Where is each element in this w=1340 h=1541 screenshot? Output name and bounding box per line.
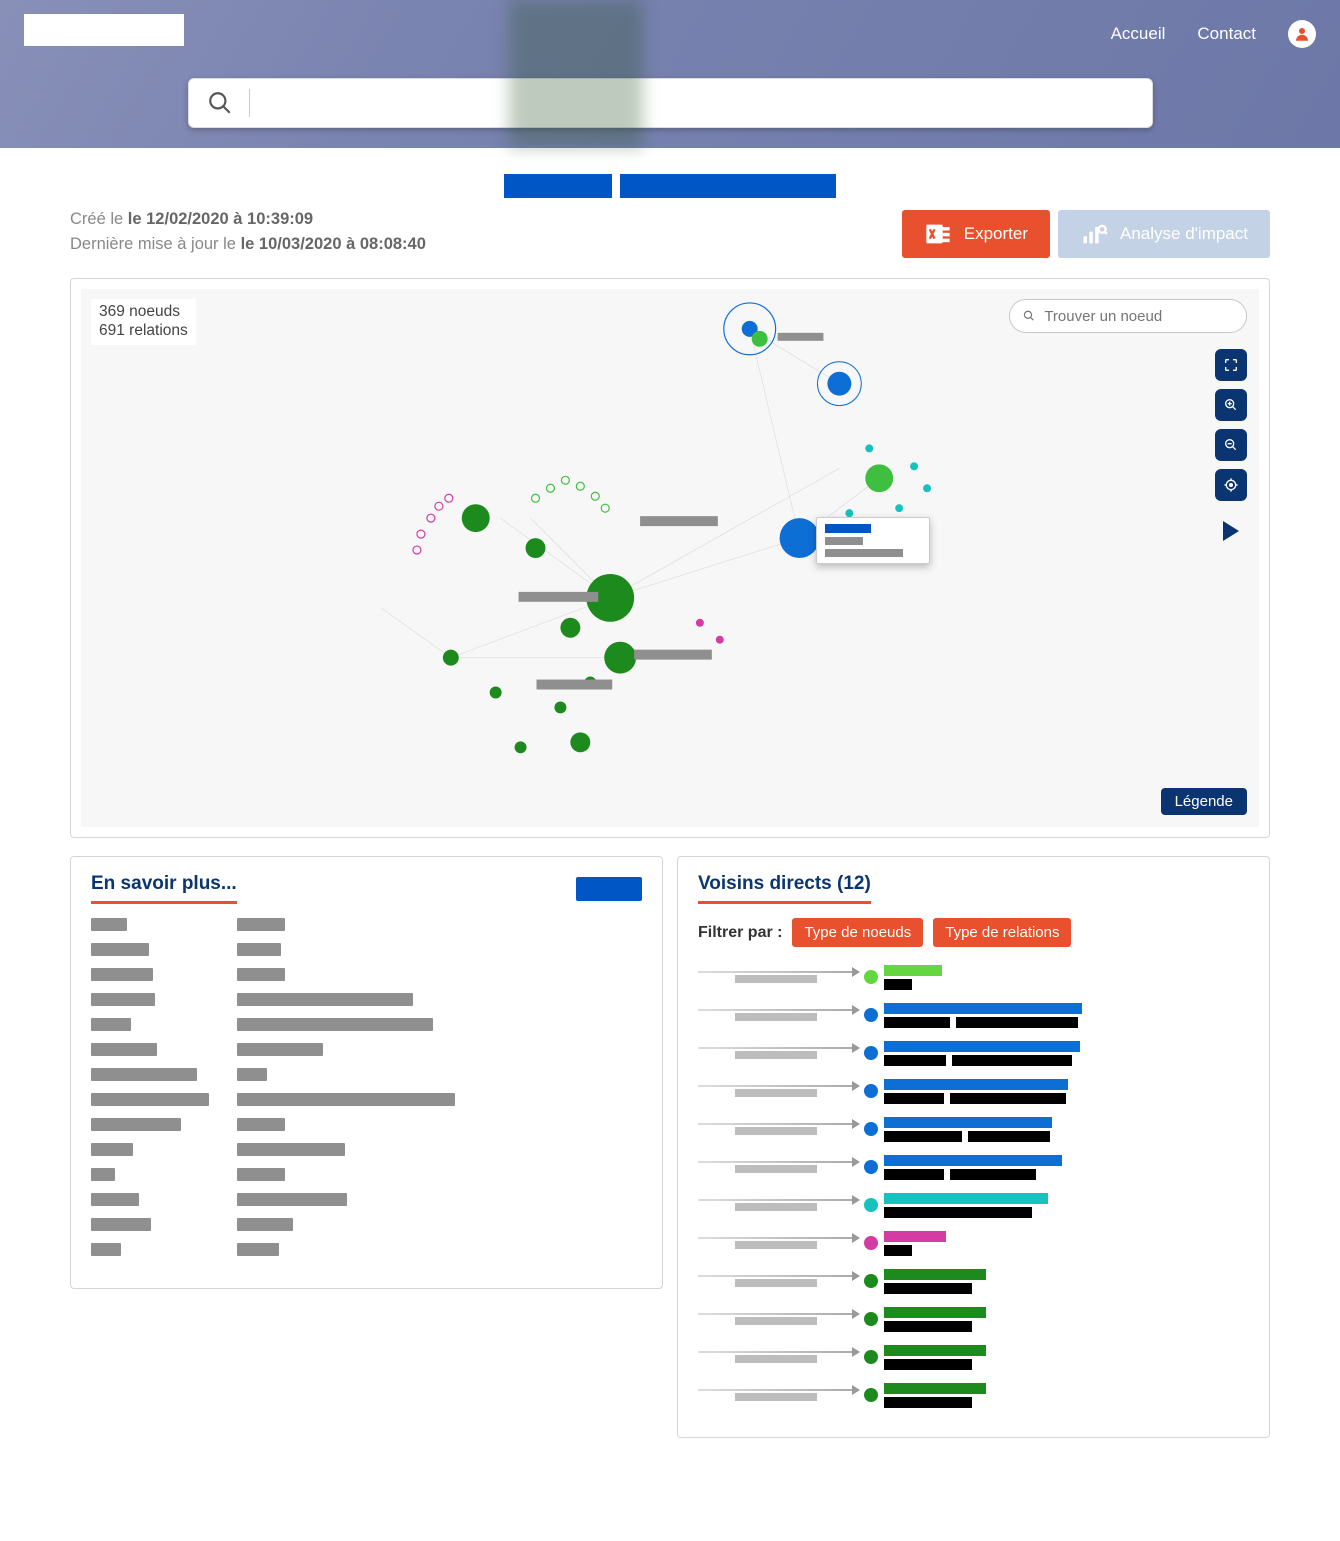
meta-block: Créé le le 12/02/2020 à 10:39:09 Dernièr… <box>70 210 426 260</box>
neighbor-dot <box>864 1160 878 1174</box>
neighbor-row[interactable] <box>698 1303 1249 1335</box>
neighbor-row[interactable] <box>698 1113 1249 1145</box>
more-row <box>91 1043 642 1056</box>
global-search[interactable] <box>188 78 1153 128</box>
user-icon <box>1293 25 1311 43</box>
neighbor-dot <box>864 1236 878 1250</box>
search-icon <box>207 90 233 116</box>
excel-icon <box>924 220 952 248</box>
neighbor-row[interactable] <box>698 1341 1249 1373</box>
more-panel: En savoir plus... <box>70 856 663 1289</box>
neighbor-dot <box>864 1312 878 1326</box>
nav-contact[interactable]: Contact <box>1197 24 1256 44</box>
neighbor-row[interactable] <box>698 1189 1249 1221</box>
more-row <box>91 1018 642 1031</box>
more-row <box>91 1068 642 1081</box>
more-row <box>91 1168 642 1181</box>
more-title: En savoir plus... <box>91 873 237 904</box>
filter-relation-type[interactable]: Type de relations <box>933 918 1071 947</box>
neighbor-dot <box>864 1122 878 1136</box>
neighbors-title: Voisins directs (12) <box>698 873 871 904</box>
neighbor-row[interactable] <box>698 999 1249 1031</box>
neighbor-row[interactable] <box>698 1037 1249 1069</box>
more-row <box>91 968 642 981</box>
global-search-input[interactable] <box>249 89 1134 117</box>
page-title <box>0 148 1340 210</box>
neighbor-dot <box>864 1046 878 1060</box>
graph-svg <box>81 289 1259 827</box>
neighbor-dot <box>864 1198 878 1212</box>
nav-home[interactable]: Accueil <box>1111 24 1166 44</box>
more-row <box>91 1093 642 1106</box>
more-row <box>91 993 642 1006</box>
filter-node-type[interactable]: Type de noeuds <box>792 918 923 947</box>
neighbors-panel: Voisins directs (12) Filtrer par : Type … <box>677 856 1270 1438</box>
more-row <box>91 1243 642 1256</box>
neighbor-dot <box>864 1008 878 1022</box>
avatar[interactable] <box>1288 20 1316 48</box>
export-button[interactable]: Exporter <box>902 210 1050 258</box>
neighbor-row[interactable] <box>698 1151 1249 1183</box>
neighbor-dot <box>864 970 878 984</box>
neighbor-dot <box>864 1084 878 1098</box>
neighbor-dot <box>864 1274 878 1288</box>
neighbor-dot <box>864 1350 878 1364</box>
more-row <box>91 918 642 931</box>
more-row <box>91 943 642 956</box>
impact-icon <box>1080 220 1108 248</box>
logo[interactable] <box>24 14 184 46</box>
more-row <box>91 1218 642 1231</box>
impact-analysis-button[interactable]: Analyse d'impact <box>1058 210 1270 258</box>
neighbor-row[interactable] <box>698 961 1249 993</box>
legend-button[interactable]: Légende <box>1161 788 1247 815</box>
graph-canvas[interactable]: 369 noeuds 691 relations <box>81 289 1259 827</box>
more-row <box>91 1118 642 1131</box>
filter-label: Filtrer par : <box>698 924 782 942</box>
neighbor-row[interactable] <box>698 1379 1249 1411</box>
header: Accueil Contact <box>0 0 1340 148</box>
neighbor-row[interactable] <box>698 1075 1249 1107</box>
more-row <box>91 1193 642 1206</box>
node-tooltip <box>816 517 930 564</box>
neighbor-dot <box>864 1388 878 1402</box>
more-row <box>91 1143 642 1156</box>
neighbor-row[interactable] <box>698 1227 1249 1259</box>
graph-card: 369 noeuds 691 relations <box>70 278 1270 838</box>
more-chip[interactable] <box>576 877 642 901</box>
neighbor-row[interactable] <box>698 1265 1249 1297</box>
